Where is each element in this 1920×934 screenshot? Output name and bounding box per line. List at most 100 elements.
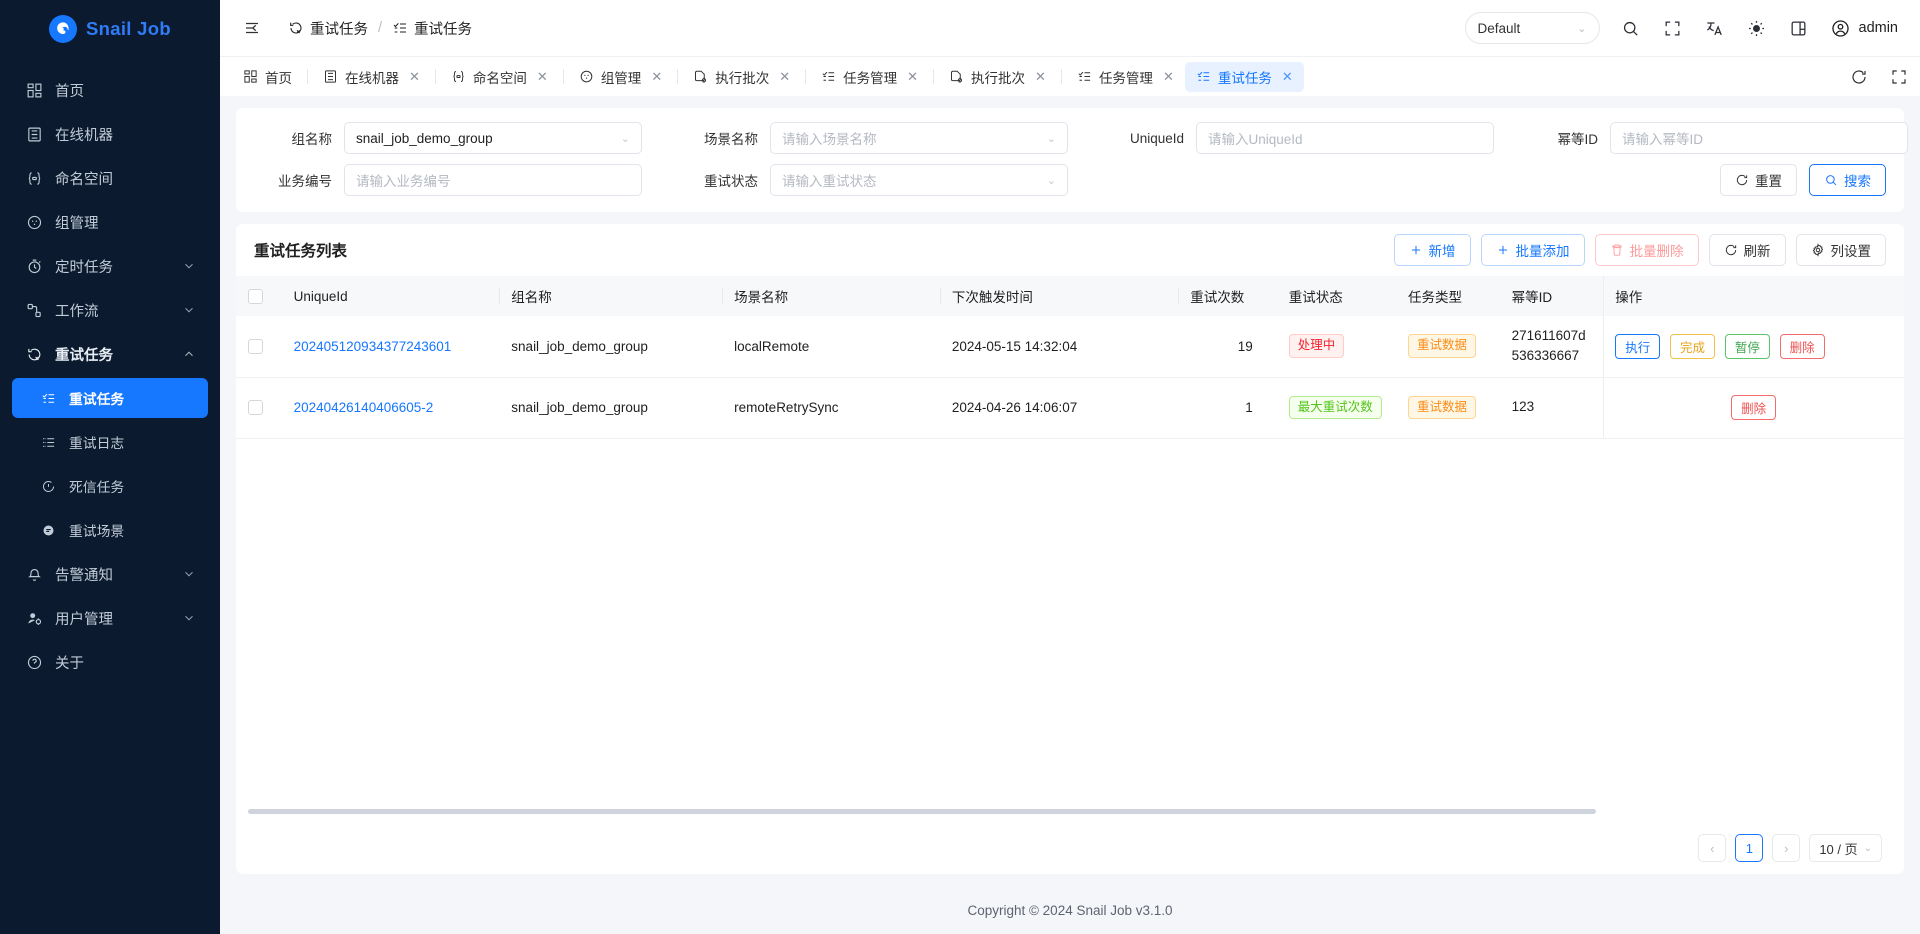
tab-task-manage-2[interactable]: 任务管理 ✕ — [1066, 62, 1185, 92]
retry-status-select[interactable]: 请输入重试状态 ⌄ — [770, 164, 1068, 196]
pagination-prev-button[interactable]: ‹ — [1698, 834, 1727, 862]
fullscreen-icon[interactable] — [1888, 66, 1910, 88]
col-group-name[interactable]: 组名称 — [499, 276, 723, 316]
scrollbar-thumb[interactable] — [248, 809, 1597, 814]
refresh-icon[interactable] — [1848, 66, 1870, 88]
refresh-icon — [1736, 174, 1748, 186]
retry-icon — [24, 344, 44, 364]
tab-retry-task[interactable]: 重试任务 ✕ — [1184, 61, 1304, 92]
sidebar-item-namespace[interactable]: 命名空间 — [12, 158, 208, 198]
search-icon[interactable] — [1620, 17, 1642, 39]
tab-namespace[interactable]: 命名空间 ✕ — [440, 62, 559, 92]
tabs-scroll: 首页 在线机器 ✕ 命名空间 ✕ 组管理 ✕ 执行批次 ✕ 任务管理 ✕ 执行批… — [232, 57, 1834, 96]
col-idempotent-id[interactable]: 幂等ID — [1499, 276, 1604, 316]
breadcrumb-item-retry-task-group[interactable]: 重试任务 — [288, 18, 368, 39]
col-retry-status[interactable]: 重试状态 — [1276, 276, 1396, 316]
unique-id-input[interactable]: 请输入UniqueId — [1196, 122, 1494, 154]
tab-close-icon[interactable]: ✕ — [651, 69, 662, 85]
sidebar-item-about[interactable]: 关于 — [12, 642, 208, 682]
col-unique-id[interactable]: UniqueId — [281, 276, 500, 316]
op-delete-button[interactable]: 删除 — [1779, 333, 1825, 359]
pagination-page-1[interactable]: 1 — [1735, 834, 1764, 862]
horizontal-scrollbar[interactable] — [248, 807, 1892, 816]
pagination-next-button[interactable]: › — [1772, 834, 1801, 862]
add-button[interactable]: 新增 — [1393, 234, 1471, 266]
menu-fold-icon[interactable] — [238, 14, 266, 42]
row-checkbox[interactable] — [248, 400, 263, 416]
column-settings-button[interactable]: 列设置 — [1795, 234, 1886, 266]
sidebar-subnav-retry: 重试任务 重试日志 死信任务 重试场景 — [0, 378, 220, 550]
layout-icon[interactable] — [1788, 17, 1810, 39]
table-row[interactable]: 20240426140406605-2 snail_job_demo_group… — [236, 377, 1904, 439]
tab-close-icon[interactable]: ✕ — [907, 69, 918, 85]
tab-label: 执行批次 — [715, 70, 770, 86]
sidebar-item-dead-letter-task[interactable]: 死信任务 — [12, 466, 208, 506]
sidebar-item-retry-scene[interactable]: 重试场景 — [12, 510, 208, 550]
logo[interactable]: Snail Job — [0, 0, 220, 58]
batch-add-label: 批量添加 — [1515, 244, 1570, 259]
tab-close-icon[interactable]: ✕ — [779, 69, 790, 85]
col-retry-count[interactable]: 重试次数 — [1178, 276, 1277, 316]
sidebar-label: 定时任务 — [55, 259, 113, 276]
chevron-down-icon — [182, 611, 196, 625]
sidebar-item-online-machines[interactable]: 在线机器 — [12, 114, 208, 154]
sidebar-item-retry-task-group[interactable]: 重试任务 — [12, 334, 208, 374]
search-label: 搜索 — [1844, 174, 1871, 189]
translate-icon[interactable] — [1704, 17, 1726, 39]
sidebar-item-group-manage[interactable]: 组管理 — [12, 202, 208, 242]
tab-group-manage[interactable]: 组管理 ✕ — [568, 62, 673, 92]
row-checkbox[interactable] — [248, 339, 263, 355]
table-row[interactable]: 202405120934377243601 snail_job_demo_gro… — [236, 316, 1904, 378]
op-pause-button[interactable]: 暂停 — [1724, 333, 1770, 359]
dashboard-icon — [244, 70, 257, 83]
tab-close-icon[interactable]: ✕ — [1282, 69, 1293, 85]
idempotent-id-input[interactable]: 请输入幂等ID — [1610, 122, 1908, 154]
breadcrumb-item-retry-task[interactable]: 重试任务 — [392, 18, 472, 39]
reset-button[interactable]: 重置 — [1720, 164, 1797, 196]
tab-close-icon[interactable]: ✕ — [1163, 69, 1174, 85]
sidebar-item-home[interactable]: 首页 — [12, 70, 208, 110]
unique-id-link[interactable]: 20240426140406605-2 — [294, 400, 434, 415]
sidebar-item-retry-log[interactable]: 重试日志 — [12, 422, 208, 462]
col-scene-name[interactable]: 场景名称 — [722, 276, 940, 316]
tab-close-icon[interactable]: ✕ — [1035, 69, 1046, 85]
refresh-button[interactable]: 刷新 — [1708, 234, 1786, 266]
col-next-trigger-time[interactable]: 下次触发时间 — [939, 276, 1179, 316]
page-size-select[interactable]: 10 / 页 ⌄ — [1809, 834, 1882, 862]
biz-no-input[interactable]: 请输入业务编号 — [344, 164, 642, 196]
sidebar-item-workflow[interactable]: 工作流 — [12, 290, 208, 330]
group-name-select[interactable]: snail_job_demo_group ⌄ — [344, 122, 642, 154]
sidebar-item-user-manage[interactable]: 用户管理 — [12, 598, 208, 638]
sidebar-item-alert-notify[interactable]: 告警通知 — [12, 554, 208, 594]
unique-id-placeholder: 请输入UniqueId — [1208, 132, 1303, 147]
theme-select[interactable]: Default ⌄ — [1464, 12, 1600, 44]
sidebar-item-retry-task[interactable]: 重试任务 — [12, 378, 208, 418]
sun-icon[interactable] — [1746, 17, 1768, 39]
user-name: admin — [1858, 20, 1899, 36]
tab-home[interactable]: 首页 — [232, 62, 303, 92]
tab-task-manage-1[interactable]: 任务管理 ✕ — [810, 62, 929, 92]
fullscreen-icon[interactable] — [1662, 17, 1684, 39]
scene-name-select[interactable]: 请输入场景名称 ⌄ — [770, 122, 1068, 154]
op-complete-button[interactable]: 完成 — [1670, 333, 1716, 359]
select-all-checkbox[interactable] — [248, 288, 263, 304]
chevron-down-icon: ⌄ — [1863, 842, 1872, 854]
tab-online-machines[interactable]: 在线机器 ✕ — [312, 62, 431, 92]
scene-icon — [38, 520, 58, 540]
user-menu[interactable]: admin — [1830, 18, 1899, 39]
tab-close-icon[interactable]: ✕ — [409, 69, 420, 85]
tab-close-icon[interactable]: ✕ — [537, 69, 548, 85]
search-button[interactable]: 搜索 — [1809, 164, 1886, 196]
batch-add-button[interactable]: 批量添加 — [1480, 234, 1585, 266]
unique-id-link[interactable]: 202405120934377243601 — [294, 339, 452, 354]
sidebar-item-scheduled-task[interactable]: 定时任务 — [12, 246, 208, 286]
tab-exec-batch-1[interactable]: 执行批次 ✕ — [682, 62, 801, 92]
batch-delete-button[interactable]: 批量删除 — [1594, 234, 1699, 266]
batch-icon — [695, 70, 707, 83]
col-task-type[interactable]: 任务类型 — [1395, 276, 1500, 316]
cell-group-name: snail_job_demo_group — [499, 316, 723, 378]
dashboard-icon — [24, 80, 44, 100]
op-execute-button[interactable]: 执行 — [1615, 333, 1661, 359]
op-delete-button[interactable]: 删除 — [1731, 395, 1777, 420]
tab-exec-batch-2[interactable]: 执行批次 ✕ — [938, 62, 1057, 92]
